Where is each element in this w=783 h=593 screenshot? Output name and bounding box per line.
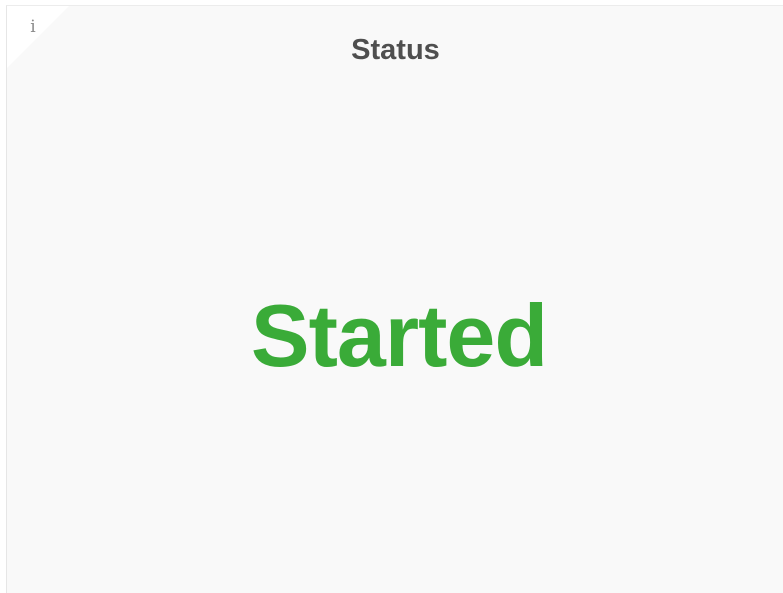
status-panel: i Status Started [6, 5, 783, 593]
panel-title: Status [351, 34, 440, 66]
status-value: Started [250, 286, 548, 385]
